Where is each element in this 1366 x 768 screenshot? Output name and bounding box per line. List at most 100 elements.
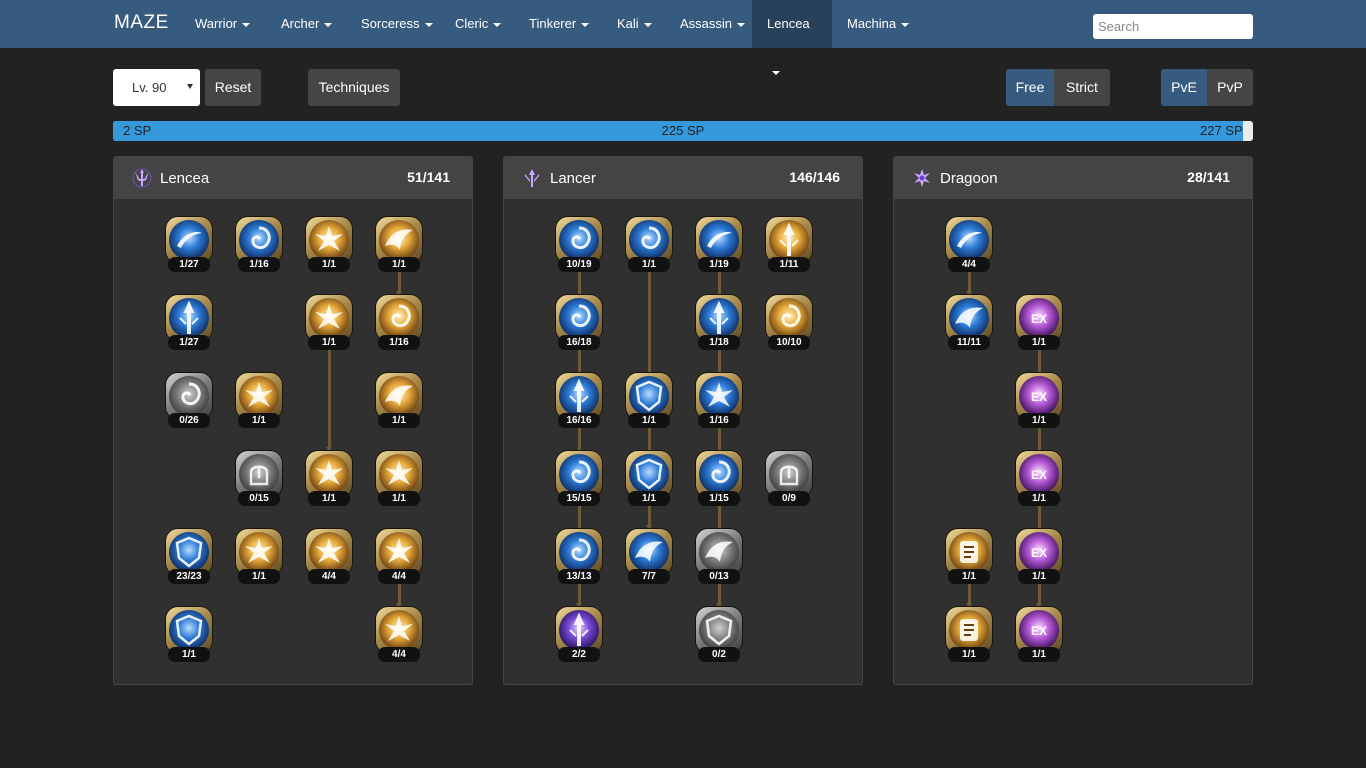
skill-node[interactable]: EX 1/1 [1016, 607, 1062, 663]
skill-glyph [251, 226, 271, 250]
skill-node[interactable]: 1/27 [166, 217, 212, 273]
skill-node[interactable]: 1/1 [946, 529, 992, 585]
skill-node[interactable]: 1/18 [696, 295, 742, 351]
skill-node[interactable]: 7/7 [626, 529, 672, 585]
skill-node[interactable]: 0/15 [236, 451, 282, 507]
level-select[interactable]: Lv. 90 [113, 69, 200, 106]
skill-glyph [245, 538, 273, 563]
skill-node[interactable]: 1/11 [766, 217, 812, 273]
nav-item-kali[interactable]: Kali [602, 0, 667, 48]
skill-glyph [705, 541, 733, 562]
navbar: MAZE Warrior Archer Sorceress Cleric Tin… [0, 0, 1366, 75]
skill-level-badge: 1/11 [768, 257, 810, 272]
skill-node[interactable]: 4/4 [306, 529, 352, 585]
nav-label: Warrior [195, 16, 238, 31]
skill-node[interactable]: 1/19 [696, 217, 742, 273]
panel-title: Lancer [550, 170, 596, 187]
skill-node[interactable]: 10/19 [556, 217, 602, 273]
skill-level-badge: 1/1 [308, 257, 350, 272]
skill-node[interactable]: 15/15 [556, 451, 602, 507]
skill-level-badge: 1/1 [378, 257, 420, 272]
search-input[interactable] [1093, 14, 1253, 39]
skill-node[interactable]: 13/13 [556, 529, 602, 585]
nav-item-machina[interactable]: Machina [832, 0, 924, 48]
skill-node[interactable]: 11/11 [946, 295, 992, 351]
skill-orb [239, 376, 279, 416]
skill-node[interactable]: 4/4 [376, 529, 422, 585]
skill-node[interactable]: 0/9 [766, 451, 812, 507]
skill-node[interactable]: EX 1/1 [1016, 529, 1062, 585]
skill-level-badge: 1/1 [238, 569, 280, 584]
skill-level-badge: 1/1 [628, 491, 670, 506]
skill-node[interactable]: 0/26 [166, 373, 212, 429]
chevron-down-icon [581, 22, 590, 27]
skill-node[interactable]: 16/16 [556, 373, 602, 429]
skill-level-badge: 1/1 [1018, 647, 1060, 662]
skill-node[interactable]: 1/16 [236, 217, 282, 273]
skill-node[interactable]: 0/13 [696, 529, 742, 585]
skill-level-badge: 1/1 [948, 647, 990, 662]
strict-mode-button[interactable]: Strict [1054, 69, 1110, 106]
skill-node[interactable]: 1/1 [626, 451, 672, 507]
skill-orb: EX [1019, 532, 1059, 572]
skill-node[interactable]: EX 1/1 [1016, 451, 1062, 507]
skill-node[interactable]: 1/15 [696, 451, 742, 507]
skill-node[interactable]: 1/1 [376, 451, 422, 507]
skill-glyph [960, 541, 978, 563]
skill-node[interactable]: 1/1 [236, 529, 282, 585]
skill-glyph [391, 304, 411, 328]
skill-node[interactable]: 1/27 [166, 295, 212, 351]
skill-node[interactable]: EX 1/1 [1016, 295, 1062, 351]
svg-text:EX: EX [1031, 546, 1047, 560]
skill-node[interactable]: 1/1 [166, 607, 212, 663]
skill-node[interactable]: 0/2 [696, 607, 742, 663]
skill-glyph [177, 232, 202, 248]
pve-button[interactable]: PvE [1161, 69, 1207, 106]
skill-glyph: EX [1031, 390, 1047, 404]
skill-glyph [711, 460, 731, 484]
skill-glyph [385, 385, 413, 406]
skill-orb [559, 220, 599, 260]
free-mode-button[interactable]: Free [1006, 69, 1054, 106]
skill-node[interactable]: 2/2 [556, 607, 602, 663]
nav-item-lencea[interactable]: Lencea [752, 0, 832, 75]
nav-item-warrior[interactable]: Warrior [180, 0, 265, 48]
techniques-button[interactable]: Techniques [308, 69, 400, 106]
skill-level-badge: 1/18 [698, 335, 740, 350]
skill-level-badge: 1/15 [698, 491, 740, 506]
skill-glyph [175, 614, 203, 646]
skill-glyph [385, 460, 413, 485]
panel-title: Dragoon [940, 170, 998, 187]
skill-node[interactable]: 1/1 [626, 373, 672, 429]
nav-item-archer[interactable]: Archer [266, 0, 347, 48]
nav-item-assassin[interactable]: Assassin [665, 0, 760, 48]
skill-node[interactable]: EX 1/1 [1016, 373, 1062, 429]
skill-level-badge: 4/4 [378, 569, 420, 584]
skill-node[interactable]: 1/1 [306, 217, 352, 273]
skill-node[interactable]: 4/4 [946, 217, 992, 273]
brand-logo[interactable]: MAZE [114, 12, 169, 34]
skill-node[interactable]: 1/1 [376, 373, 422, 429]
skill-level-badge: 1/1 [1018, 335, 1060, 350]
skill-node[interactable]: 1/1 [236, 373, 282, 429]
svg-text:EX: EX [1031, 390, 1047, 404]
skill-level-badge: 1/1 [308, 335, 350, 350]
skill-glyph [779, 465, 799, 486]
reset-button[interactable]: Reset [205, 69, 261, 106]
skill-node[interactable]: 1/1 [306, 451, 352, 507]
skill-node[interactable]: 23/23 [166, 529, 212, 585]
skill-node[interactable]: 4/4 [376, 607, 422, 663]
skill-node[interactable]: 1/1 [306, 295, 352, 351]
pvp-button[interactable]: PvP [1207, 69, 1253, 106]
skill-node[interactable]: 16/18 [556, 295, 602, 351]
nav-item-sorceress[interactable]: Sorceress [346, 0, 448, 48]
skill-node[interactable]: 1/16 [696, 373, 742, 429]
nav-item-cleric[interactable]: Cleric [440, 0, 516, 48]
skill-level-badge: 0/26 [168, 413, 210, 428]
skill-node[interactable]: 1/1 [946, 607, 992, 663]
skill-node[interactable]: 1/16 [376, 295, 422, 351]
skill-node[interactable]: 1/1 [376, 217, 422, 273]
skill-node[interactable]: 10/10 [766, 295, 812, 351]
skill-node[interactable]: 1/1 [626, 217, 672, 273]
nav-item-tinkerer[interactable]: Tinkerer [514, 0, 604, 48]
